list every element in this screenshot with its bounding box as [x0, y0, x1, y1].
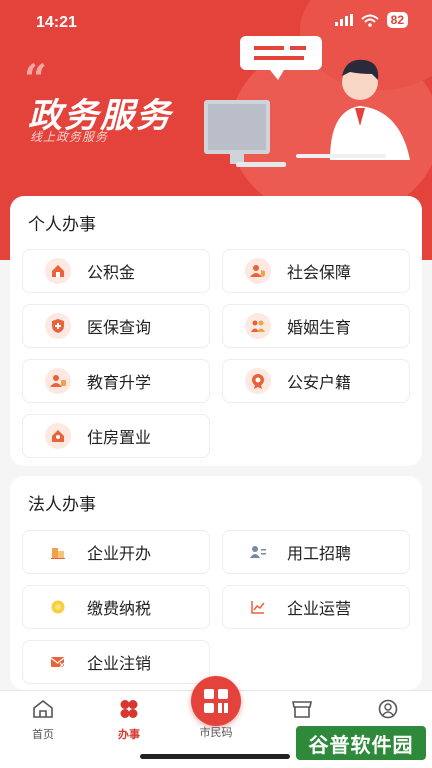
service-label: 婚姻生育 — [287, 320, 352, 337]
clover-grid-icon — [120, 700, 138, 718]
status-bar: 14:21 82 — [0, 0, 432, 44]
store-icon — [292, 701, 312, 718]
house-icon — [45, 258, 71, 284]
police-badge-icon — [245, 368, 271, 394]
medical-shield-icon — [45, 313, 71, 339]
service-label: 公安户籍 — [287, 375, 352, 392]
service-item-marriage-birth[interactable]: 婚姻生育 — [222, 304, 410, 348]
signal-icon — [334, 14, 353, 26]
service-label: 公积金 — [87, 265, 136, 282]
tab-services[interactable] — [272, 699, 332, 722]
service-item-business-operation[interactable]: 企业运营 — [222, 585, 410, 629]
service-label: 企业开办 — [87, 546, 152, 563]
home-icon — [45, 423, 71, 449]
section-title: 个人办事 — [28, 215, 96, 234]
service-label: 企业注销 — [87, 656, 152, 673]
service-item-tax-payment[interactable]: 缴费纳税 — [22, 585, 210, 629]
service-item-housing-fund[interactable]: 公积金 — [22, 249, 210, 293]
battery-indicator: 82 — [386, 12, 408, 28]
home-tab-icon — [33, 699, 53, 718]
recruit-icon — [245, 539, 271, 565]
people-shield-icon — [245, 258, 271, 284]
service-item-recruitment[interactable]: 用工招聘 — [222, 530, 410, 574]
service-label: 住房置业 — [87, 430, 152, 447]
service-item-housing[interactable]: 住房置业 — [22, 414, 210, 458]
tab-label: 首页 — [32, 729, 54, 741]
service-label: 教育升学 — [87, 375, 152, 392]
section-title: 法人办事 — [28, 495, 96, 514]
cancel-mail-icon — [45, 649, 71, 675]
home-indicator — [140, 754, 290, 759]
corporate-affairs-card: 法人办事 企业开办 用工招聘 缴费纳税 企业运营 企业注销 — [10, 476, 422, 690]
service-item-education[interactable]: 教育升学 — [22, 359, 210, 403]
service-item-business-cancellation[interactable]: 企业注销 — [22, 640, 210, 684]
service-label: 社会保障 — [287, 265, 352, 282]
service-item-social-security[interactable]: 社会保障 — [222, 249, 410, 293]
service-label: 医保查询 — [87, 320, 152, 337]
couple-icon — [245, 313, 271, 339]
chart-icon — [245, 594, 271, 620]
service-item-public-security[interactable]: 公安户籍 — [222, 359, 410, 403]
citizen-code-button[interactable] — [191, 676, 241, 726]
hero-subtitle: 线上政务服务 — [30, 130, 109, 144]
coin-icon — [45, 594, 71, 620]
site-watermark: 谷普软件园 — [296, 726, 426, 760]
status-time: 14:21 — [36, 14, 77, 31]
service-label: 缴费纳税 — [87, 601, 152, 618]
wifi-icon — [360, 14, 379, 27]
service-label: 用工招聘 — [287, 546, 352, 563]
tab-mine[interactable] — [358, 699, 418, 722]
service-item-medical-insurance[interactable]: 医保查询 — [22, 304, 210, 348]
student-icon — [45, 368, 71, 394]
service-label: 企业运营 — [287, 601, 352, 618]
service-item-business-setup[interactable]: 企业开办 — [22, 530, 210, 574]
tab-label: 办事 — [118, 729, 140, 741]
personal-affairs-card: 个人办事 公积金 社会保障 医保查询 婚姻生育 教育升学 公安户籍 住房置业 — [10, 196, 422, 466]
office-worker-illustration — [204, 36, 410, 167]
citizen-code-label: 市民码 — [199, 727, 233, 739]
qr-code-icon — [204, 689, 228, 713]
status-indicators: 82 — [334, 12, 408, 28]
user-icon — [378, 699, 398, 719]
building-icon — [45, 539, 71, 565]
tab-work[interactable]: 办事 — [99, 699, 159, 742]
tab-home[interactable]: 首页 — [13, 699, 73, 742]
